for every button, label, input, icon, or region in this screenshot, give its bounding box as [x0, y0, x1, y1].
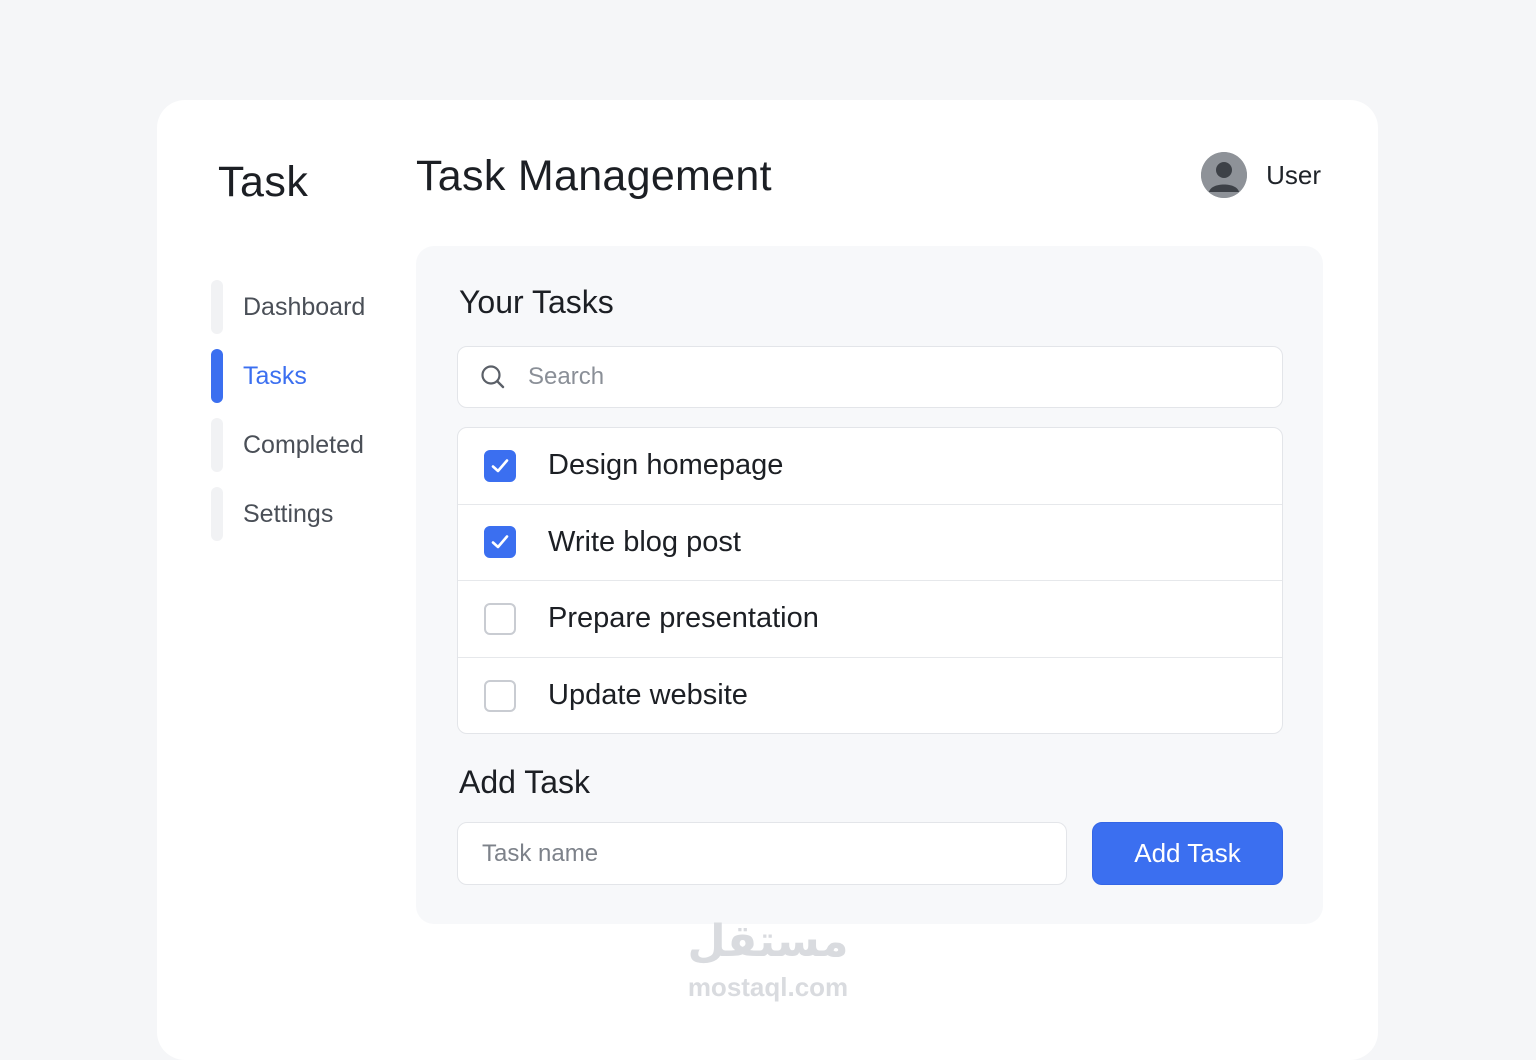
user-menu[interactable]: User: [1201, 152, 1321, 198]
search-icon: [481, 365, 505, 389]
add-task-heading: Add Task: [459, 764, 591, 800]
task-checkbox[interactable]: [484, 526, 516, 559]
task-checkbox[interactable]: [484, 679, 516, 712]
nav-indicator: [211, 280, 223, 334]
sidebar-item-label: Tasks: [243, 361, 307, 390]
your-tasks-heading: Your Tasks: [459, 284, 614, 320]
user-name[interactable]: User: [1266, 160, 1321, 191]
sidebar-item-tasks[interactable]: Tasks: [211, 349, 411, 403]
sidebar-item-completed[interactable]: Completed: [211, 418, 411, 472]
search-input[interactable]: [528, 363, 1228, 391]
checkmark-icon: [491, 458, 509, 473]
task-row[interactable]: Design homepage: [458, 428, 1282, 505]
task-label: Write blog post: [548, 525, 741, 558]
sidebar-item-dashboard[interactable]: Dashboard: [211, 280, 411, 334]
sidebar-item-label: Dashboard: [243, 292, 366, 321]
task-list: Design homepage Write blog post Prepare …: [457, 427, 1283, 734]
sidebar-item-label: Completed: [243, 430, 364, 459]
task-label: Design homepage: [548, 449, 784, 482]
user-avatar-icon[interactable]: [1201, 152, 1248, 198]
task-name-input[interactable]: [457, 822, 1067, 885]
nav-indicator: [211, 418, 223, 472]
add-task-button[interactable]: Add Task: [1092, 822, 1283, 885]
sidebar-item-label: Settings: [243, 499, 334, 528]
page-title: Task Management: [416, 152, 772, 200]
watermark-arabic-text: مستقل: [687, 916, 849, 967]
task-label: Update website: [548, 679, 748, 712]
brand-title: Task: [218, 158, 309, 206]
task-row[interactable]: Update website: [458, 658, 1282, 734]
search-box[interactable]: [457, 346, 1283, 408]
nav-indicator: [211, 487, 223, 541]
task-row[interactable]: Write blog post: [458, 505, 1282, 581]
task-label: Prepare presentation: [548, 602, 819, 635]
task-checkbox[interactable]: [484, 602, 516, 635]
sidebar-item-settings[interactable]: Settings: [211, 487, 411, 541]
sidebar: Dashboard Tasks Completed Settings: [211, 280, 411, 541]
tasks-panel: Your Tasks Design homepage: [416, 246, 1323, 924]
nav-indicator: [211, 349, 223, 403]
watermark-latin-text: mostaql.com: [687, 972, 849, 1002]
task-checkbox[interactable]: [484, 449, 516, 482]
watermark-logo: مستقل mostaql.com: [676, 912, 860, 1002]
checkmark-icon: [491, 535, 509, 549]
task-row[interactable]: Prepare presentation: [458, 581, 1282, 658]
